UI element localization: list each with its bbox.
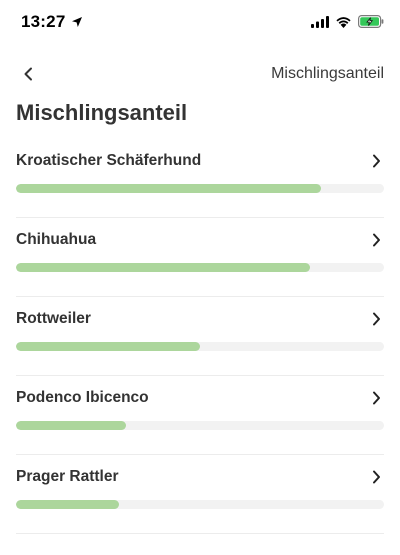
chevron-left-icon [24,67,32,81]
breed-row-podenco-ibicenco[interactable]: Podenco Ibicenco [0,376,400,455]
status-time-group: 13:27 [21,12,83,32]
mix-share-fill [16,184,322,193]
cellular-signal-icon [311,15,329,28]
mix-share-fill [16,342,200,351]
breed-row-rottweiler[interactable]: Rottweiler [0,297,400,376]
back-button[interactable] [16,62,40,86]
breed-name: Rottweiler [16,310,91,327]
breed-name: Kroatischer Schäferhund [16,152,202,169]
breed-list: Kroatischer Schäferhund Chihuahua Rottwe… [0,139,400,534]
chevron-right-icon [373,233,380,247]
status-icons [311,15,384,28]
mix-share-fill [16,263,311,272]
chevron-right-icon [373,391,380,405]
location-arrow-icon [72,17,83,27]
breed-name: Prager Rattler [16,468,119,485]
chevron-right-icon [373,470,380,484]
battery-charging-icon [358,15,384,28]
mix-share-fill [16,500,120,509]
page-title: Mischlingsanteil [16,100,188,125]
mix-share-bar [16,342,384,351]
mix-share-fill [16,421,127,430]
chevron-right-icon [373,312,380,326]
status-bar: 13:27 [0,0,400,48]
mix-share-bar [16,500,384,509]
mix-share-bar [16,184,384,193]
nav-title: Mischlingsanteil [271,65,384,82]
mix-share-bar [16,263,384,272]
breed-name: Podenco Ibicenco [16,389,149,406]
breed-row-chihuahua[interactable]: Chihuahua [0,218,400,297]
breed-name: Chihuahua [16,231,97,248]
status-time: 13:27 [21,12,66,31]
chevron-right-icon [373,154,380,168]
breed-row-kroatischer-schaeferhund[interactable]: Kroatischer Schäferhund [0,139,400,218]
wifi-icon [336,16,351,28]
navigation-bar: Mischlingsanteil [0,56,400,92]
breed-row-prager-rattler[interactable]: Prager Rattler [0,455,400,534]
mix-share-bar [16,421,384,430]
